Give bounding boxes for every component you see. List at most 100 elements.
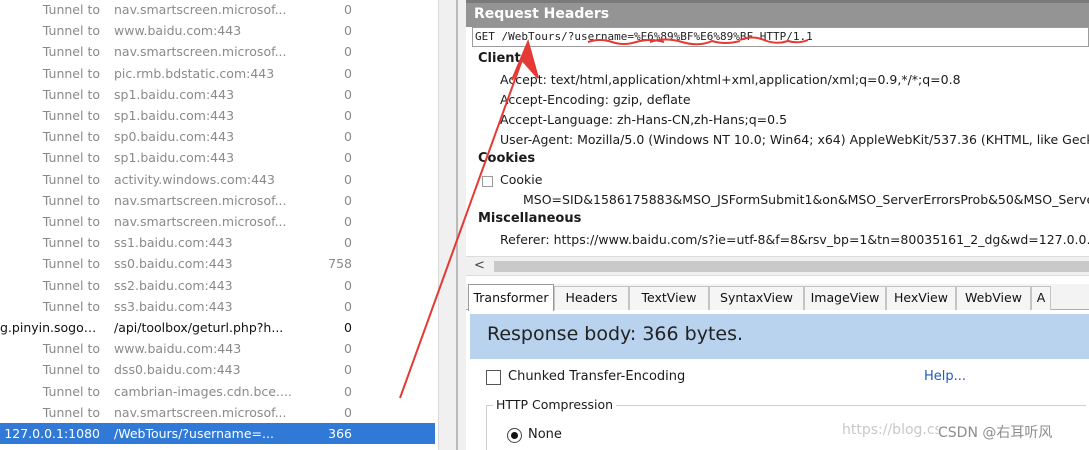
session-row[interactable]: Tunnel to dss0.baidu.com:443 0 <box>0 359 435 380</box>
group-cookies[interactable]: Cookies <box>478 151 535 166</box>
session-host: /api/toolbox/geturl.php?h... <box>114 320 284 335</box>
session-body-size: 0 <box>344 2 352 17</box>
splitter-divider <box>456 0 458 450</box>
session-row[interactable]: Tunnel to sp1.baidu.com:443 0 <box>0 105 435 126</box>
chunked-encoding-checkbox[interactable] <box>486 370 501 385</box>
session-row[interactable]: Tunnel to nav.smartscreen.microsof... 0 <box>0 402 435 423</box>
header-cookie[interactable]: Cookie <box>500 172 542 187</box>
session-host: cambrian-images.cdn.bce.... <box>114 383 292 399</box>
tab-transformer[interactable]: Transformer <box>468 284 554 311</box>
session-protocol: Tunnel to <box>42 150 100 166</box>
session-host: nav.smartscreen.microsof... <box>114 214 287 229</box>
tab-imageview[interactable]: ImageView <box>804 286 886 310</box>
session-host: pic.rmb.bdstatic.com:443 <box>114 65 275 81</box>
session-row[interactable]: Tunnel to ss0.baidu.com:443 758 <box>0 253 435 274</box>
session-row[interactable]: Tunnel to cambrian-images.cdn.bce.... 0 <box>0 381 435 402</box>
tab-a[interactable]: A <box>1031 286 1051 310</box>
watermark-url: https://blog.cs <box>842 422 942 438</box>
request-headers-title: Request Headers <box>474 6 610 22</box>
session-host: sp1.baidu.com:443 <box>114 86 235 102</box>
tab-webview[interactable]: WebView <box>956 286 1031 310</box>
session-list[interactable]: Tunnel to nav.smartscreen.microsof... 0 Tun… <box>0 0 438 450</box>
session-host: nav.smartscreen.microsof... <box>114 192 287 208</box>
session-protocol: Tunnel to <box>42 235 100 251</box>
session-row[interactable]: Tunnel to ss3.baidu.com:443 0 <box>0 296 435 317</box>
tab-textview[interactable]: TextView <box>629 286 709 310</box>
session-host: ss3.baidu.com:443 <box>114 298 233 314</box>
session-body-size: 0 <box>344 298 352 314</box>
session-body-size: 0 <box>344 235 352 251</box>
session-row[interactable]: Tunnel to sp0.baidu.com:443 0 <box>0 126 435 147</box>
group-client[interactable]: Client <box>478 51 521 66</box>
session-row[interactable]: Tunnel to www.baidu.com:443 0 <box>0 20 435 41</box>
session-row[interactable]: Tunnel to pic.rmb.bdstatic.com:443 0 <box>0 63 435 84</box>
session-body-size: 0 <box>344 362 352 378</box>
session-body-size: 0 <box>344 341 352 357</box>
session-protocol: Tunnel to <box>42 86 100 102</box>
response-tabs: Transformer Headers TextView SyntaxView Imag… <box>466 284 1089 311</box>
header-accept[interactable]: Accept: text/html,application/xhtml+xml,… <box>500 72 961 87</box>
cookie-expand-toggle[interactable] <box>482 176 493 187</box>
cookie-value[interactable]: MSO=SID&1586175883&MSO_JSFormSubmit1&on&… <box>523 192 1089 207</box>
horizontal-scrollbar[interactable]: < <box>466 256 1089 276</box>
inspector-panel: Request Headers GET /WebTours/?username=… <box>466 0 1089 450</box>
session-row[interactable]: g.pinyin.sogou... /api/toolbox/geturl.php… <box>0 317 435 338</box>
session-body-size: 0 <box>344 214 352 229</box>
session-row[interactable]: Tunnel to ss2.baidu.com:443 0 <box>0 275 435 296</box>
session-row[interactable]: Tunnel to sp1.baidu.com:443 0 <box>0 84 435 105</box>
session-body-size: 366 <box>328 426 352 441</box>
session-row[interactable]: Tunnel to www.baidu.com:443 0 <box>0 338 435 359</box>
session-row-selected[interactable]: 127.0.0.1:1080/WebTours/?username=... 366 <box>0 423 435 444</box>
session-protocol: Tunnel to <box>42 171 100 187</box>
session-row[interactable]: Tunnel to sp1.baidu.com:443 0 <box>0 147 435 168</box>
http-compression-legend: HTTP Compression <box>493 397 617 412</box>
session-row[interactable]: Tunnel to nav.smartscreen.microsof... 0 <box>0 190 435 211</box>
session-row[interactable]: Tunnel to nav.smartscreen.microsof... 0 <box>0 41 435 62</box>
header-accept-language[interactable]: Accept-Language: zh-Hans-CN,zh-Hans;q=0.… <box>500 112 787 127</box>
session-row[interactable]: Tunnel to activity.windows.com:443 0 <box>0 169 435 190</box>
session-row[interactable]: Tunnel to ss1.baidu.com:443 0 <box>0 232 435 253</box>
watermark-brand: CSDN @右耳听风 <box>938 422 1053 442</box>
session-host: sp1.baidu.com:443 <box>114 150 235 166</box>
session-host: sp1.baidu.com:443 <box>114 108 235 123</box>
response-banner: Response body: 366 bytes. <box>470 314 1089 359</box>
session-host: nav.smartscreen.microsof... <box>114 404 287 420</box>
session-row[interactable]: Tunnel to nav.smartscreen.microsof... 0 <box>0 211 435 232</box>
session-protocol: Tunnel to <box>42 129 100 145</box>
session-body-size: 0 <box>344 383 352 399</box>
session-body-size: 0 <box>344 320 352 335</box>
request-line[interactable]: GET /WebTours/?username=%E6%89%BF%E6%89%… <box>472 27 1089 47</box>
compression-none-radio[interactable] <box>507 428 522 443</box>
help-link[interactable]: Help... <box>924 369 966 384</box>
scroll-left-arrow-icon[interactable]: < <box>474 258 485 273</box>
session-body-size: 0 <box>344 86 352 102</box>
compression-none-label[interactable]: None <box>528 427 562 442</box>
group-miscellaneous[interactable]: Miscellaneous <box>478 211 581 226</box>
header-user-agent[interactable]: User-Agent: Mozilla/5.0 (Windows NT 10.0… <box>500 132 1089 147</box>
session-protocol: g.pinyin.sogou... <box>0 320 100 335</box>
session-body-size: 0 <box>344 44 352 60</box>
pane-splitter[interactable] <box>438 0 466 450</box>
session-protocol: Tunnel to <box>42 383 100 399</box>
session-protocol: Tunnel to <box>42 44 100 60</box>
session-protocol: Tunnel to <box>42 108 100 123</box>
session-body-size: 0 <box>344 129 352 145</box>
session-body-size: 0 <box>344 192 352 208</box>
session-protocol: Tunnel to <box>42 214 100 229</box>
chunked-encoding-label[interactable]: Chunked Transfer-Encoding <box>508 369 685 384</box>
session-host: /WebTours/?username=... <box>114 426 274 441</box>
header-accept-encoding[interactable]: Accept-Encoding: gzip, deflate <box>500 92 691 107</box>
headers-tree[interactable]: Client Accept: text/html,application/xht… <box>466 48 1089 256</box>
tab-syntaxview[interactable]: SyntaxView <box>709 286 804 310</box>
session-host: www.baidu.com:443 <box>114 341 242 357</box>
header-referer[interactable]: Referer: https://www.baidu.com/s?ie=utf-… <box>500 232 1089 247</box>
session-protocol: Tunnel to <box>42 65 100 81</box>
session-host: www.baidu.com:443 <box>114 23 242 39</box>
session-row[interactable]: Tunnel to nav.smartscreen.microsof... 0 <box>0 0 435 20</box>
tab-hexview[interactable]: HexView <box>886 286 956 310</box>
session-protocol: Tunnel to <box>42 256 100 272</box>
scrollbar-thumb[interactable] <box>494 261 1089 272</box>
session-host: activity.windows.com:443 <box>114 171 275 187</box>
session-body-size: 0 <box>344 277 352 293</box>
tab-headers[interactable]: Headers <box>554 286 629 310</box>
